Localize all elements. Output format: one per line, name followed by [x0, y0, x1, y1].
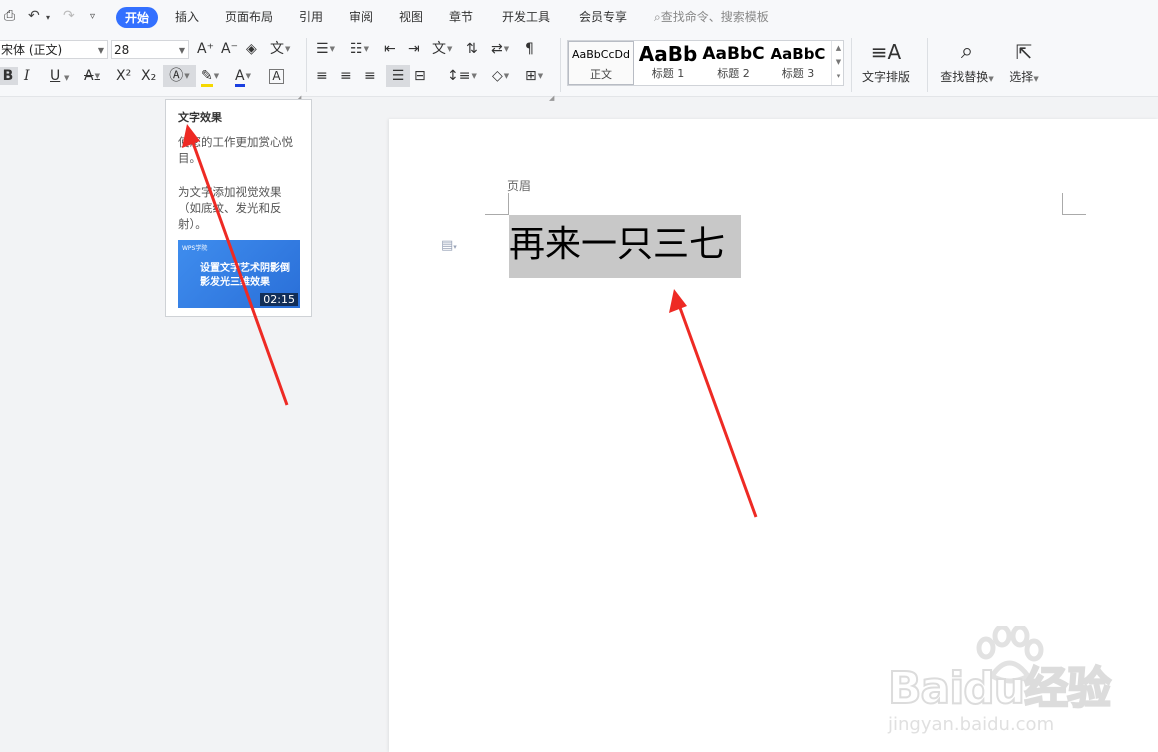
watermark-url: jingyan.baidu.com	[888, 714, 1055, 735]
red-arrow-to-tooltip	[182, 124, 289, 406]
watermark-brand: Baidu经验	[887, 662, 1112, 715]
red-arrow-to-text	[669, 289, 758, 518]
baidu-watermark: Baidu经验 jingyan.baidu.com	[887, 626, 1158, 752]
